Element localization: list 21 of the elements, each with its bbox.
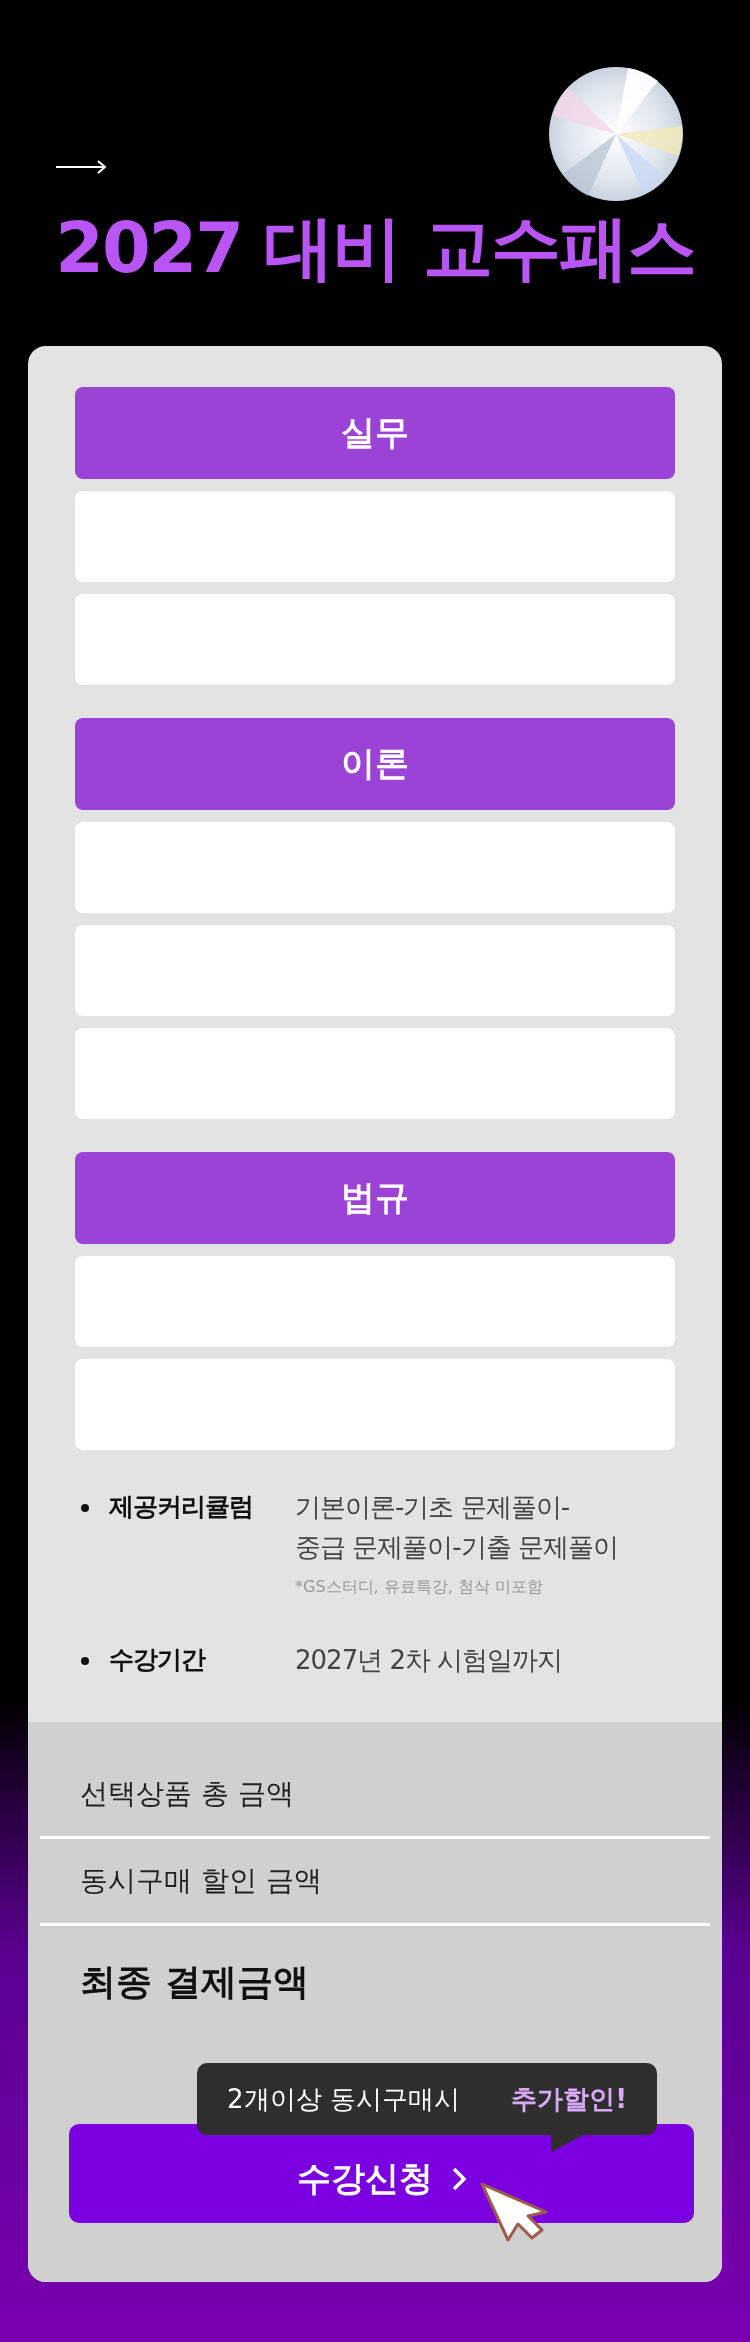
price-label: 동시구매 할인 금액 <box>80 1863 322 1899</box>
price-label: 최종 결제금액 <box>80 1959 309 2004</box>
chevron-icon <box>450 2165 467 2192</box>
info-label: 제공커리큘럼 <box>109 1491 254 1523</box>
cursor-icon <box>480 2182 550 2244</box>
disc-icon <box>548 66 684 202</box>
bullet-icon <box>81 1504 89 1512</box>
section-header: 이론 <box>75 718 675 810</box>
tooltip-text: 2개이상 동시구매시 <box>227 2082 460 2116</box>
section-header: 법규 <box>75 1152 675 1244</box>
info-text: 중급 문제풀이-기출 문제풀이 <box>295 1531 618 1564</box>
info-text: 2027년 2차 시험일까지 <box>295 1644 563 1677</box>
arrow-icon <box>55 160 107 174</box>
bullet-icon <box>81 1657 89 1665</box>
tooltip-highlight: 추가할인! <box>511 2082 627 2116</box>
info-label: 수강기간 <box>109 1644 207 1676</box>
info-note: *GS스터디, 유료특강, 첨삭 미포함 <box>295 1577 544 1598</box>
section-header: 실무 <box>75 387 675 479</box>
price-label: 선택상품 총 금액 <box>80 1776 294 1812</box>
info-text: 기본이론-기초 문제풀이- <box>295 1491 571 1524</box>
page-title: 2027 대비 교수패스 <box>54 208 696 288</box>
